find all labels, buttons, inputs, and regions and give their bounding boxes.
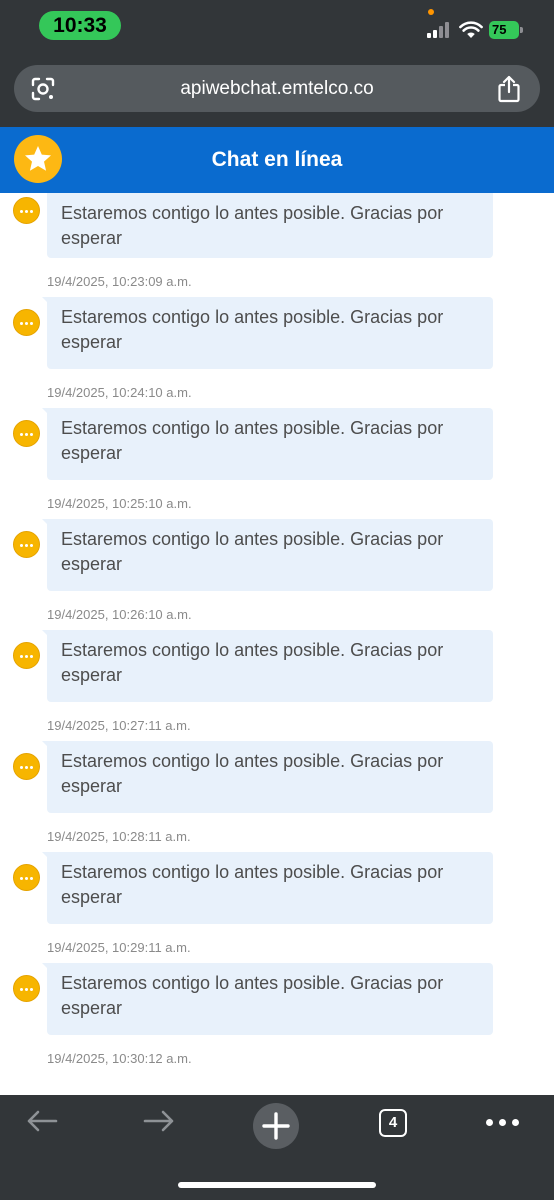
message-text: Estaremos contigo lo antes posible. Grac…: [61, 307, 444, 352]
message-bubble: Estaremos contigo lo antes posible. Grac…: [47, 297, 493, 369]
message-bubble: Estaremos contigo lo antes posible. Grac…: [47, 741, 493, 813]
message-timestamp: 19/4/2025, 10:25:10 a.m.: [47, 496, 192, 511]
message-text: Estaremos contigo lo antes posible. Grac…: [61, 203, 444, 248]
wifi-icon: [459, 21, 483, 38]
privacy-indicator-dot: [428, 9, 434, 15]
typing-dots-icon: [13, 420, 40, 447]
typing-dots-icon: [13, 197, 40, 224]
message-timestamp: 19/4/2025, 10:29:11 a.m.: [47, 940, 191, 955]
message-bubble: Estaremos contigo lo antes posible. Grac…: [47, 193, 493, 258]
typing-dots-icon: [13, 753, 40, 780]
message-text: Estaremos contigo lo antes posible. Grac…: [61, 751, 444, 796]
share-icon[interactable]: [496, 75, 522, 103]
message-timestamp: 19/4/2025, 10:26:10 a.m.: [47, 607, 192, 622]
typing-dots-icon: [13, 975, 40, 1002]
message-text: Estaremos contigo lo antes posible. Grac…: [61, 640, 444, 685]
browser-toolbar: 4: [0, 1095, 554, 1200]
back-arrow-icon[interactable]: [26, 1109, 58, 1133]
message-timestamp: 19/4/2025, 10:28:11 a.m.: [47, 829, 191, 844]
status-time[interactable]: 10:33: [39, 11, 121, 40]
new-tab-button[interactable]: [253, 1103, 299, 1149]
more-dots-icon[interactable]: [484, 1119, 520, 1127]
message-timestamp: 19/4/2025, 10:23:09 a.m.: [47, 274, 192, 289]
message-bubble: Estaremos contigo lo antes posible. Grac…: [47, 408, 493, 480]
browser-top-chrome: 10:33 75 apiwebchat.emtelco.co: [0, 0, 554, 127]
cellular-signal-icon: [427, 22, 453, 38]
message-bubble: Estaremos contigo lo antes posible. Grac…: [47, 852, 493, 924]
message-timestamp: 19/4/2025, 10:27:11 a.m.: [47, 718, 191, 733]
typing-dots-icon: [13, 309, 40, 336]
message-bubble: Estaremos contigo lo antes posible. Grac…: [47, 630, 493, 702]
chat-header: Chat en línea: [0, 127, 554, 193]
message-text: Estaremos contigo lo antes posible. Grac…: [61, 973, 444, 1018]
message-timestamp: 19/4/2025, 10:24:10 a.m.: [47, 385, 192, 400]
message-text: Estaremos contigo lo antes posible. Grac…: [61, 862, 444, 907]
message-bubble: Estaremos contigo lo antes posible. Grac…: [47, 963, 493, 1035]
plus-icon: [262, 1112, 290, 1140]
message-bubble: Estaremos contigo lo antes posible. Grac…: [47, 519, 493, 591]
address-bar[interactable]: apiwebchat.emtelco.co: [14, 65, 540, 112]
message-text: Estaremos contigo lo antes posible. Grac…: [61, 529, 444, 574]
home-indicator: [178, 1182, 376, 1188]
battery-icon: 75: [489, 21, 523, 39]
chat-title: Chat en línea: [211, 148, 343, 171]
url-text[interactable]: apiwebchat.emtelco.co: [14, 65, 540, 112]
typing-dots-icon: [13, 864, 40, 891]
status-bar: 10:33 75: [0, 0, 554, 52]
message-text: Estaremos contigo lo antes posible. Grac…: [61, 418, 444, 463]
forward-arrow-icon[interactable]: [143, 1109, 175, 1133]
message-timestamp: 19/4/2025, 10:30:12 a.m.: [47, 1051, 192, 1066]
typing-dots-icon: [13, 531, 40, 558]
message-list[interactable]: Estaremos contigo lo antes posible. Grac…: [0, 193, 554, 1095]
battery-level: 75: [489, 21, 519, 39]
typing-dots-icon: [13, 642, 40, 669]
tab-switcher-button[interactable]: 4: [379, 1109, 407, 1137]
